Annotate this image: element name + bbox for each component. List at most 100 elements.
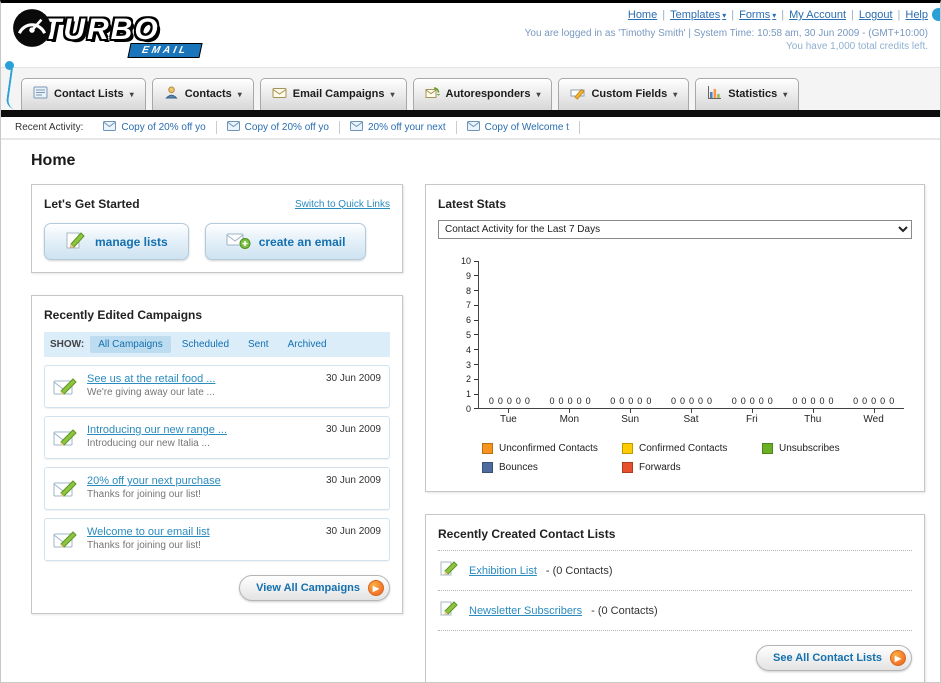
tab-all-campaigns[interactable]: All Campaigns <box>90 336 171 353</box>
campaign-row[interactable]: See us at the retail food ... We're givi… <box>44 365 390 408</box>
page-title: Home <box>31 152 76 169</box>
chart-value-label: 0 <box>880 396 886 406</box>
envelope-icon <box>466 121 480 134</box>
autoresponders-icon <box>425 85 441 103</box>
chart-value-group: 00000 <box>722 396 783 406</box>
chart-value-label: 0 <box>749 396 755 406</box>
chart-value-group: 00000 <box>540 396 601 406</box>
app-logo[interactable]: TURBO EMAIL <box>11 7 203 58</box>
chart-value-label: 0 <box>646 396 652 406</box>
chart-value-label: 0 <box>819 396 825 406</box>
top-link-templates[interactable]: Templates▾ <box>657 9 726 21</box>
header: TURBO EMAIL HomeTemplates▾Forms▾My Accou… <box>1 3 940 110</box>
chart-value-label: 0 <box>698 396 704 406</box>
app-window: TURBO EMAIL HomeTemplates▾Forms▾My Accou… <box>0 0 941 683</box>
campaign-row[interactable]: 20% off your next purchase Thanks for jo… <box>44 467 390 510</box>
campaign-subtitle: Introducing our new Italia ... <box>87 438 210 449</box>
chart-value-group: 00000 <box>843 396 904 406</box>
speedometer-icon <box>11 7 53 52</box>
top-nav-links: HomeTemplates▾Forms▾My AccountLogoutHelp <box>525 9 928 21</box>
envelope-plus-icon <box>226 231 251 253</box>
legend-swatch <box>482 462 493 473</box>
view-all-campaigns-button[interactable]: View All Campaigns ▶ <box>239 575 390 601</box>
chart-value-label: 0 <box>731 396 737 406</box>
top-link-logout[interactable]: Logout <box>846 9 893 21</box>
chart-value-label: 0 <box>801 396 807 406</box>
arrow-right-icon: ▶ <box>890 650 906 666</box>
chart-value-label: 0 <box>619 396 625 406</box>
legend-swatch <box>622 462 633 473</box>
see-all-contact-lists-button[interactable]: See All Contact Lists ▶ <box>755 645 912 671</box>
chevron-down-icon: ▾ <box>673 89 678 99</box>
contact-list-count: - (0 Contacts) <box>591 604 658 617</box>
contact-list-link[interactable]: Newsletter Subscribers <box>469 605 582 617</box>
top-link-home[interactable]: Home <box>628 9 657 21</box>
get-started-title: Let's Get Started <box>44 197 140 211</box>
recent-activity-item[interactable]: Copy of Welcome t <box>457 121 580 134</box>
chevron-down-icon: ▾ <box>536 89 541 99</box>
legend-swatch <box>622 443 633 454</box>
tab-scheduled[interactable]: Scheduled <box>174 336 237 353</box>
recent-activity-item[interactable]: Copy of 20% off yo <box>217 121 340 134</box>
chart-plot-area: 00000000000000000000000000000000000 <box>478 261 904 409</box>
chart-groups: 00000000000000000000000000000000000 <box>479 396 904 406</box>
corner-decoration <box>932 8 940 21</box>
nav-tab-autoresponders[interactable]: Autoresponders ▾ <box>412 78 553 110</box>
switch-quick-links-link[interactable]: Switch to Quick Links <box>295 199 390 210</box>
nav-tab-contact-lists[interactable]: Contact Lists ▾ <box>21 78 146 110</box>
legend-label: Confirmed Contacts <box>639 443 728 454</box>
chart-y-axis: 10 9 8 7 6 5 4 3 2 1 0 <box>452 256 478 414</box>
stats-range-select[interactable]: Contact Activity for the Last 7 Days <box>438 220 912 239</box>
contact-list-link[interactable]: Exhibition List <box>469 565 537 577</box>
chart-value-label: 0 <box>497 396 503 406</box>
nav-tab-contacts[interactable]: Contacts ▾ <box>151 78 254 110</box>
legend-swatch <box>762 443 773 454</box>
chart-value-label: 0 <box>889 396 895 406</box>
legend-swatch <box>482 443 493 454</box>
manage-lists-button[interactable]: manage lists <box>44 223 189 260</box>
envelope-pencil-icon <box>53 477 79 502</box>
x-axis-label: Tue <box>478 409 539 425</box>
recent-activity-item[interactable]: Copy of 20% off yo <box>93 121 217 134</box>
recent-activity-item[interactable]: 20% off your next <box>340 121 457 134</box>
stats-legend: Unconfirmed Contacts Confirmed Contacts Un… <box>482 443 912 473</box>
legend-item: Unconfirmed Contacts <box>482 443 622 454</box>
nav-tab-email-campaigns[interactable]: Email Campaigns ▾ <box>259 78 407 110</box>
legend-item: Confirmed Contacts <box>622 443 762 454</box>
envelope-icon <box>226 121 240 134</box>
top-link-help[interactable]: Help <box>893 9 928 21</box>
contact-list-row[interactable]: Newsletter Subscribers - (0 Contacts) <box>438 591 912 631</box>
tab-archived[interactable]: Archived <box>280 336 335 353</box>
chart-value-label: 0 <box>758 396 764 406</box>
nav-tab-statistics[interactable]: Statistics ▾ <box>695 78 800 110</box>
create-email-button[interactable]: create an email <box>204 223 367 260</box>
chart-value-label: 0 <box>670 396 676 406</box>
chart-value-label: 0 <box>707 396 713 406</box>
chart-value-group: 00000 <box>479 396 540 406</box>
top-link-forms[interactable]: Forms▾ <box>726 9 776 21</box>
envelope-pencil-icon <box>53 426 79 451</box>
latest-stats-title: Latest Stats <box>438 197 507 211</box>
contact-list-row[interactable]: Exhibition List - (0 Contacts) <box>438 551 912 591</box>
nav-tab-custom-fields[interactable]: Custom Fields ▾ <box>558 78 690 110</box>
x-axis-label: Mon <box>539 409 600 425</box>
get-started-panel: Let's Get Started Switch to Quick Links … <box>31 184 403 273</box>
chevron-down-icon: ▾ <box>390 89 395 99</box>
campaign-title-link[interactable]: 20% off your next purchase <box>87 475 221 487</box>
header-right: HomeTemplates▾Forms▾My AccountLogoutHelp… <box>525 9 928 52</box>
show-label: SHOW: <box>50 339 85 350</box>
top-link-my-account[interactable]: My Account <box>776 9 846 21</box>
nav-divider-bar <box>1 110 940 117</box>
legend-item: Forwards <box>622 462 762 473</box>
chart-value-label: 0 <box>610 396 616 406</box>
chart-value-label: 0 <box>549 396 555 406</box>
campaign-title-link[interactable]: Welcome to our email list <box>87 526 210 538</box>
campaign-title-link[interactable]: See us at the retail food ... <box>87 373 215 385</box>
chart-value-label: 0 <box>585 396 591 406</box>
campaign-title-link[interactable]: Introducing our new range ... <box>87 424 227 436</box>
campaign-row[interactable]: Welcome to our email list Thanks for joi… <box>44 518 390 561</box>
tab-sent[interactable]: Sent <box>240 336 277 353</box>
campaign-row[interactable]: Introducing our new range ... Introducin… <box>44 416 390 459</box>
statistics-icon <box>707 85 722 103</box>
chart-value-label: 0 <box>558 396 564 406</box>
